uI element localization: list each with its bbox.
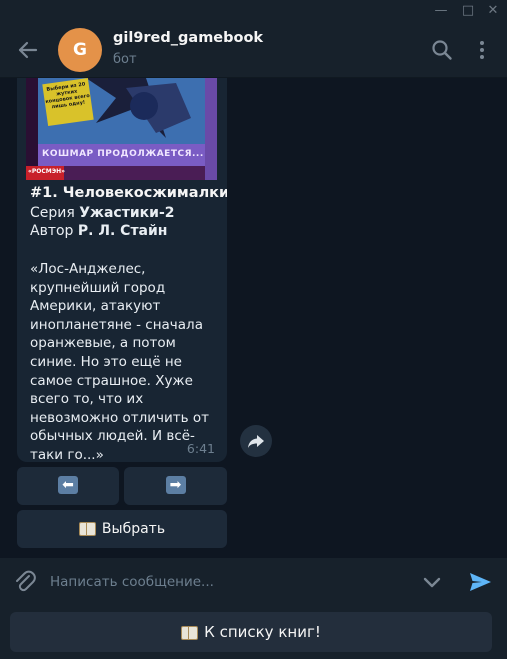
book-icon <box>78 521 96 536</box>
left-arrow-icon: ⬅ <box>58 476 78 494</box>
message-list[interactable]: Выбери из 20 жутких концовок всего лишь … <box>0 78 507 558</box>
attach-button[interactable] <box>12 569 38 595</box>
message-time: 6:41 <box>186 441 215 456</box>
series-value: Ужастики-2 <box>79 205 175 221</box>
author-line: Автор Р. Л. Стайн <box>30 223 167 239</box>
window-titlebar: — □ ✕ <box>0 0 507 22</box>
next-book-button[interactable]: ➡ <box>124 467 227 505</box>
search-icon <box>432 40 452 60</box>
cover-publisher: «РОСМЭН» <box>28 168 66 175</box>
scroll-down-button[interactable] <box>420 570 444 594</box>
previous-book-button[interactable]: ⬅ <box>17 467 119 505</box>
send-button[interactable] <box>466 568 494 596</box>
minimize-button[interactable]: — <box>430 2 452 20</box>
book-cover-image[interactable]: Выбери из 20 жутких концовок всего лишь … <box>26 78 217 180</box>
chat-status: бот <box>113 52 137 67</box>
send-icon <box>470 573 491 591</box>
share-icon <box>248 435 264 448</box>
more-button[interactable] <box>470 38 494 62</box>
select-book-button[interactable]: Выбрать <box>17 510 227 548</box>
chat-header: G gil9red_gamebook бот <box>0 22 507 78</box>
back-arrow-icon <box>18 41 38 59</box>
close-button[interactable]: ✕ <box>482 2 504 20</box>
author-value: Р. Л. Стайн <box>77 223 168 239</box>
back-button[interactable] <box>14 36 42 64</box>
forward-button[interactable] <box>240 425 272 457</box>
message-input[interactable] <box>50 569 400 595</box>
paperclip-icon <box>16 570 36 592</box>
series-line: Серия Ужастики-2 <box>30 205 175 221</box>
chat-title[interactable]: gil9red_gamebook <box>113 30 263 46</box>
author-label: Автор <box>30 223 78 239</box>
avatar[interactable]: G <box>58 28 102 72</box>
cover-tagline: Выбери из 20 жутких концовок всего лишь … <box>42 78 94 126</box>
select-label: Выбрать <box>101 521 166 537</box>
search-button[interactable] <box>430 38 454 62</box>
message-bubble[interactable]: Выбери из 20 жутких концовок всего лишь … <box>17 78 227 462</box>
chevron-down-icon <box>423 577 441 588</box>
book-icon <box>181 625 199 640</box>
book-title: #1. Человекосжималки <box>30 185 227 201</box>
maximize-button[interactable]: □ <box>457 2 479 20</box>
book-description: «Лос-Анджелес, крупнейший город Америки,… <box>30 261 210 462</box>
right-arrow-icon: ➡ <box>165 476 186 494</box>
composer <box>0 558 507 606</box>
more-vertical-icon <box>480 41 484 59</box>
cover-caption: КОШМАР ПРОДОЛЖАЕТСЯ... <box>42 149 204 159</box>
book-list-button[interactable]: К списку книг! <box>10 612 492 652</box>
reply-keyboard: К списку книг! <box>0 606 507 659</box>
series-label: Серия <box>30 205 80 221</box>
book-list-label: К списку книг! <box>204 623 321 641</box>
